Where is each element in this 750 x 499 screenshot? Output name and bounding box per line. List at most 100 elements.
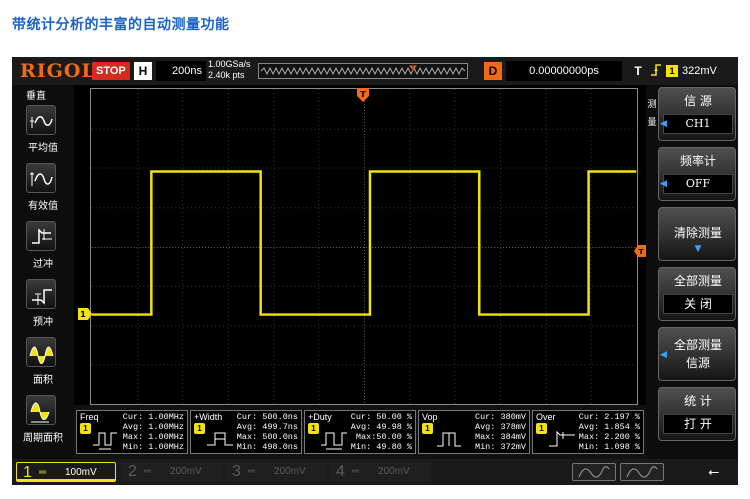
stat-average: Avg: 1.854 % [578, 422, 640, 432]
rigol-logo: RIGOL [20, 60, 96, 82]
usb-icon: ⭠ [708, 464, 720, 480]
all-measure-title: 全部测量 [673, 274, 722, 288]
source-title: 信 源 [684, 94, 712, 108]
clear-measure-softkey[interactable]: 清除测量 ▼ [658, 207, 736, 261]
menu-side-label-1: 测 [647, 100, 657, 110]
left-arrow-icon: ◀ [660, 350, 667, 360]
stat-current: Cur: 380mV [474, 412, 526, 422]
stat-maximum: Max: 1.00MHz [122, 432, 184, 442]
overshoot-button[interactable] [26, 221, 56, 251]
overshoot-label: 过冲 [33, 259, 53, 270]
memory-waveform [260, 66, 466, 76]
stat-maximum: Max: 2.200 % [578, 432, 640, 442]
channel-number: 1 [23, 464, 32, 481]
measurement-name: Vop [422, 412, 438, 422]
measurement-stats: Cur: 500.0ns Avg: 499.7ns Max: 500.0ns M… [230, 412, 298, 452]
stat-average: Avg: 1.00MHz [122, 422, 184, 432]
measurement-bar: Freq 1 Cur: 1.00MHz Avg: 1.00MHz Max: 1.… [74, 405, 646, 459]
measurement-stats: Cur: 1.00MHz Avg: 1.00MHz Max: 1.00MHz M… [116, 412, 184, 452]
channel-badge: 1 [194, 423, 205, 434]
trigger-time-marker: T [357, 88, 369, 102]
channel-number: 4 [336, 463, 345, 480]
channel-bar: 1 ═ 100mV 2 ═ 200mV 3 ═ 200mV 4 ═ 200mV … [12, 459, 738, 485]
measurement-freq[interactable]: Freq 1 Cur: 1.00MHz Avg: 1.00MHz Max: 1.… [76, 410, 188, 454]
trigger-level[interactable]: 322mV [682, 61, 717, 81]
all-measure-source-softkey[interactable]: 全部测量 信源 ◀ [658, 327, 736, 381]
dc-coupling-icon: ═ [144, 466, 152, 477]
source-value: CH1 [663, 114, 733, 134]
measurement-stats: Cur: 380mV Avg: 378mV Max: 384mV Min: 37… [458, 412, 526, 452]
overshoot-icon [32, 228, 52, 244]
delay-label: D [484, 62, 502, 80]
waveform-display [90, 88, 638, 405]
measurement-overshoot[interactable]: Over 1 Cur: 2.197 % Avg: 1.854 % Max: 2.… [532, 410, 644, 454]
source-softkey[interactable]: 信 源 CH1 ◀ [658, 87, 736, 141]
rising-edge-icon [650, 62, 664, 80]
channel-1-tab[interactable]: 1 ═ 100mV [16, 462, 116, 482]
statistics-value: 打 开 [663, 414, 733, 434]
stat-maximum: Max: 500.0ns [236, 432, 298, 442]
dc-coupling-icon: ═ [352, 466, 360, 477]
all-measure-source-subtitle: 信源 [685, 356, 710, 370]
rms-icon [30, 172, 53, 186]
math-button[interactable] [572, 463, 616, 481]
trigger-level-marker: T [634, 245, 646, 257]
channel-scale: 200mV [378, 466, 410, 477]
stat-current: Cur: 500.0ns [236, 412, 298, 422]
right-softkey-menu: 测 量 信 源 CH1 ◀ 频率计 OFF ◀ 清除测量 ▼ 全部测量 关 闭 … [646, 85, 738, 459]
dc-coupling-icon: ═ [248, 466, 256, 477]
channel-2-tab[interactable]: 2 ═ 200mV [122, 462, 222, 482]
stat-current: Cur: 1.00MHz [122, 412, 184, 422]
channel-4-tab[interactable]: 4 ═ 200mV [330, 462, 430, 482]
average-button[interactable] [26, 105, 56, 135]
preshoot-button[interactable] [26, 279, 56, 309]
stat-current: Cur: 50.00 % [350, 412, 412, 422]
period-area-button[interactable] [26, 395, 56, 425]
trigger-position-marker: T [409, 65, 417, 71]
all-measure-value: 关 闭 [663, 294, 733, 314]
channel-scale: 200mV [274, 466, 306, 477]
run-stop-badge[interactable]: STOP [92, 62, 130, 80]
page-title: 带统计分析的丰富的自动测量功能 [12, 17, 230, 33]
measurement-name: +Duty [308, 412, 332, 422]
left-menu-heading: 垂直 [26, 91, 46, 102]
sample-info: 1.00GSa/s 2.40k pts [208, 59, 251, 81]
trigger-label: T [634, 64, 642, 78]
ch1-waveform [91, 170, 637, 316]
all-measure-source-title: 全部测量 [673, 338, 722, 352]
period-area-icon [30, 402, 50, 423]
measurement-pos-duty[interactable]: +Duty 1 Cur: 50.00 % Avg: 49.98 % Max:50… [304, 410, 416, 454]
measurement-name: +Width [194, 412, 223, 422]
area-icon [29, 346, 54, 364]
dc-coupling-icon: ═ [39, 467, 47, 478]
timebase-value[interactable]: 200ns [156, 61, 206, 81]
counter-value: OFF [663, 174, 733, 194]
measurement-name: Freq [80, 412, 99, 422]
counter-softkey[interactable]: 频率计 OFF ◀ [658, 147, 736, 201]
preshoot-icon [32, 289, 52, 305]
status-bar: RIGOL STOP H 200ns 1.00GSa/s 2.40k pts T… [12, 57, 738, 85]
statistics-softkey[interactable]: 统 计 打 开 [658, 387, 736, 441]
horizontal-label: H [134, 62, 152, 80]
left-arrow-icon: ◀ [660, 179, 667, 189]
channel-number: 3 [232, 463, 241, 480]
measurement-pos-width[interactable]: +Width 1 Cur: 500.0ns Avg: 499.7ns Max: … [190, 410, 302, 454]
horizontal-position[interactable]: 0.00000000ps [506, 61, 622, 81]
stat-minimum: Min: 498.0ns [236, 442, 298, 452]
svg-text:1: 1 [80, 310, 86, 319]
rms-label: 有效值 [28, 201, 58, 212]
area-button[interactable] [26, 337, 56, 367]
reference-button[interactable] [620, 463, 664, 481]
measurement-stats: Cur: 2.197 % Avg: 1.854 % Max: 2.200 % M… [572, 412, 640, 452]
svg-text:T: T [639, 248, 644, 256]
stat-average: Avg: 378mV [474, 422, 526, 432]
all-measure-softkey[interactable]: 全部测量 关 闭 [658, 267, 736, 321]
stat-maximum: Max: 384mV [474, 432, 526, 442]
channel-3-tab[interactable]: 3 ═ 200mV [226, 462, 326, 482]
measurement-vop[interactable]: Vop 1 Cur: 380mV Avg: 378mV Max: 384mV M… [418, 410, 530, 454]
stat-minimum: Min: 1.098 % [578, 442, 640, 452]
channel-number: 2 [128, 463, 137, 480]
channel-scale: 200mV [170, 466, 202, 477]
ch1-offset-marker: 1 [78, 308, 92, 320]
rms-button[interactable] [26, 163, 56, 193]
